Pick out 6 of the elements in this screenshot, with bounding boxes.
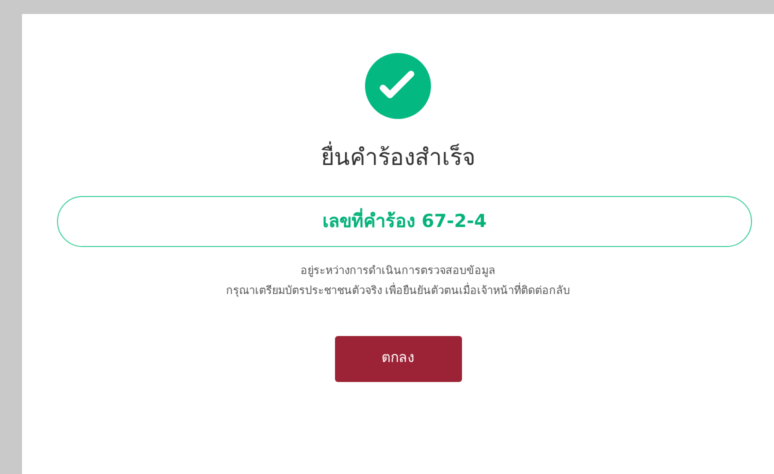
dialog-title: ยื่นคำร้องสำเร็จ <box>321 141 475 176</box>
check-circle-icon <box>365 53 431 119</box>
info-text: กรุณาเตรียมบัตรประชาชนตัวจริง เพื่อยืนยันตัวตนเมื่อเจ้าหน้าที่ติดต่อกลับ <box>226 282 570 299</box>
request-number: เลขที่คำร้อง 67-2-4 <box>322 208 487 234</box>
info-text: อยู่ระหว่างการดำเนินการตรวจสอบข้อมูล <box>300 262 496 279</box>
ok-button[interactable]: ตกลง <box>334 336 462 382</box>
